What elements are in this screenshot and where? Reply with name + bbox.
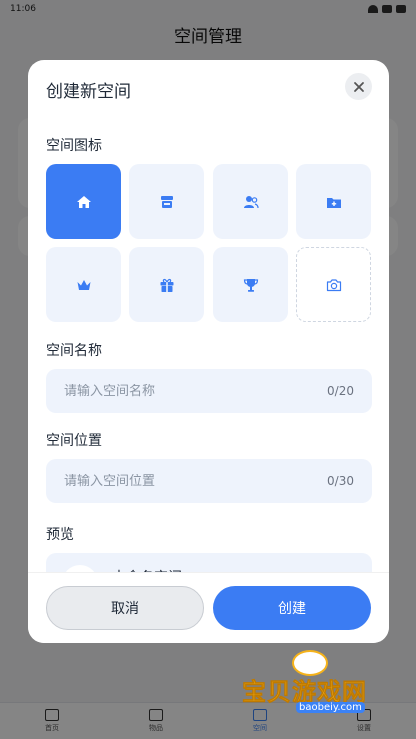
icon-option-people[interactable] xyxy=(213,164,288,239)
people-icon xyxy=(243,195,259,208)
space-location-input[interactable] xyxy=(64,473,284,489)
name-label: 空间名称 xyxy=(46,343,102,359)
icon-option-home[interactable] xyxy=(46,164,121,239)
gift-icon xyxy=(160,278,173,292)
location-label: 空间位置 xyxy=(46,433,102,449)
preview-label: 预览 xyxy=(46,527,74,543)
name-char-counter: 0/20 xyxy=(327,384,354,398)
space-name-input[interactable] xyxy=(64,383,284,399)
home-icon xyxy=(76,195,91,208)
watermark-url: baobeiy.com xyxy=(296,702,365,713)
create-button[interactable]: 创建 xyxy=(213,586,371,630)
dialog-title: 创建新空间 xyxy=(46,82,131,102)
location-char-counter: 0/30 xyxy=(327,474,354,488)
icon-option-gift[interactable] xyxy=(129,247,204,322)
space-name-field: 0/20 xyxy=(46,369,372,413)
crown-icon xyxy=(77,279,90,290)
close-button[interactable] xyxy=(345,73,372,100)
dialog-footer: 取消 创建 xyxy=(28,572,389,643)
icon-section-label: 空间图标 xyxy=(46,138,102,154)
icon-option-custom-upload[interactable] xyxy=(296,247,371,322)
folder-plus-icon xyxy=(326,197,341,208)
space-location-field: 0/30 xyxy=(46,459,372,503)
trophy-icon xyxy=(243,278,258,292)
camera-icon xyxy=(326,278,341,291)
icon-option-trophy[interactable] xyxy=(213,247,288,322)
site-watermark: 宝贝游戏网 baobeiy.com xyxy=(240,650,390,720)
icon-option-store[interactable] xyxy=(129,164,204,239)
icon-option-folder[interactable] xyxy=(296,164,371,239)
create-space-dialog: 创建新空间 空间图标 空间名称 请输入空间名称 0/20 空间位置 请输入空间位… xyxy=(28,60,389,643)
close-icon xyxy=(353,81,364,92)
icon-option-crown[interactable] xyxy=(46,247,121,322)
store-icon xyxy=(160,195,173,208)
cancel-button[interactable]: 取消 xyxy=(46,586,204,630)
